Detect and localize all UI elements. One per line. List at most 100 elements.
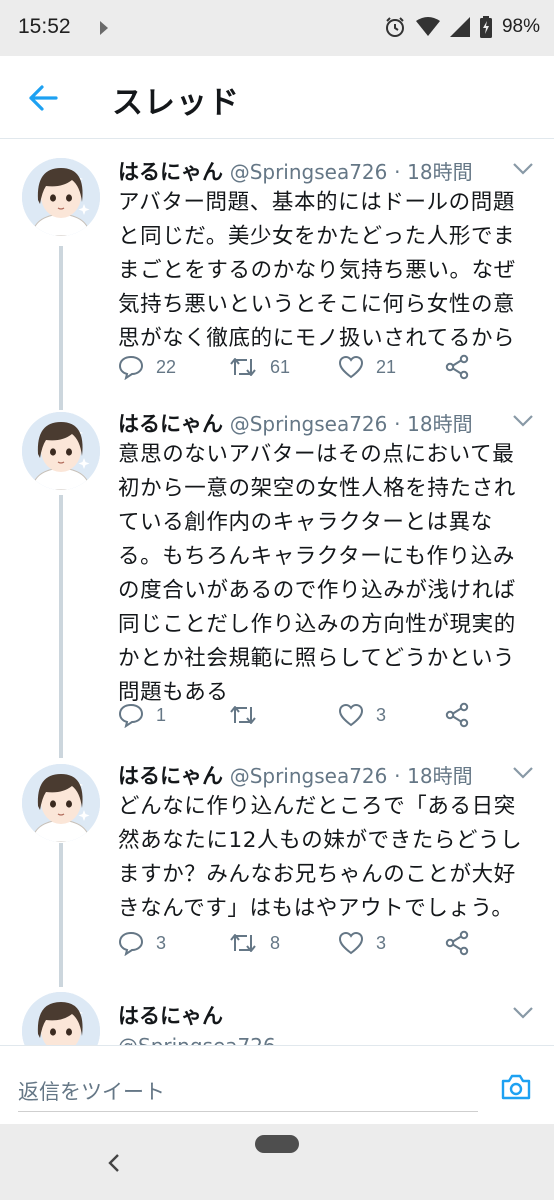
speech-bubble-icon: [118, 931, 144, 956]
like-count: 3: [376, 932, 387, 953]
tweet-text-line: ている創作内のキャラクターとは異な: [118, 510, 493, 535]
like-count: 3: [376, 704, 387, 725]
reply-input[interactable]: [18, 1060, 478, 1112]
tweet-header: はるにゃん @Springsea726 · 18時間: [118, 760, 473, 790]
author-name[interactable]: はるにゃん: [118, 764, 223, 788]
battery-icon: [479, 16, 492, 38]
tweet-text-line: の度合いがあるので作り込みが浅ければ: [118, 578, 516, 603]
system-nav-bar: [0, 1124, 554, 1200]
avatar-image: [22, 992, 100, 1045]
author-handle[interactable]: @Springsea726: [118, 1034, 276, 1045]
avatar[interactable]: [22, 764, 100, 842]
status-icons: 98%: [384, 13, 540, 41]
tweet-actions: 3 8 3: [118, 928, 478, 958]
heart-icon: [338, 703, 364, 727]
nav-back-icon[interactable]: [106, 1152, 122, 1174]
share-icon: [445, 930, 469, 956]
avatar-image: [22, 764, 100, 842]
reply-count: 3: [156, 932, 167, 953]
retweet-button[interactable]: 8: [228, 928, 280, 958]
tweet-text-line: 思がなく徹底的にモノ扱いされてるから: [118, 326, 516, 351]
tweet-subheader: @Springsea726: [118, 1034, 276, 1045]
retweet-icon: [230, 934, 256, 952]
retweet-button[interactable]: 61: [228, 352, 290, 382]
reply-bar: [0, 1045, 554, 1123]
tweet-text: アバター問題、基本的にはドールの問題 と同じだ。美少女をかたどった人形でま まご…: [118, 186, 538, 356]
author-name[interactable]: はるにゃん: [118, 160, 223, 184]
app-header: スレッド: [0, 56, 554, 139]
speech-bubble-icon: [118, 355, 144, 380]
tweet[interactable]: はるにゃん @Springsea726: [0, 990, 554, 1045]
tweet-time[interactable]: 18時間: [407, 160, 472, 184]
tweet-text-line: 気持ち悪いというとそこに何ら女性の意: [118, 292, 516, 317]
tweet-text-line: 意思のないアバターはその点において最: [118, 442, 515, 467]
tweet-text-line: 同じことだし作り込みの方向性が現実的: [118, 612, 516, 637]
author-name[interactable]: はるにゃん: [118, 1004, 223, 1028]
home-pill-button[interactable]: [255, 1135, 299, 1153]
battery-percent: 98%: [501, 16, 540, 37]
tweet-header: はるにゃん: [118, 1000, 223, 1030]
tweet-actions: 1 3: [118, 700, 478, 730]
reply-count: 1: [156, 704, 167, 725]
tweet-text-line: と同じだ。美少女をかたどった人形でま: [118, 224, 516, 249]
tweet-text-line: アバター問題、基本的にはドールの問題: [118, 190, 515, 215]
share-button[interactable]: [444, 352, 470, 382]
tweet-text-line: かとか社会規範に照らしてどうかという: [118, 646, 516, 671]
tweet-text-line: まごとをするのかなり気持ち悪い。なぜ: [118, 258, 516, 283]
wifi-icon: [415, 17, 440, 36]
tweet-text-line: る。もちろんキャラクターにも作り込み: [118, 544, 515, 569]
arrow-left-icon[interactable]: [26, 81, 60, 115]
alarm-icon: [385, 17, 404, 37]
tweet-time[interactable]: 18時間: [407, 764, 472, 788]
avatar-image: [22, 158, 100, 236]
heart-icon: [338, 355, 364, 379]
tweet-text-line: 然あなたに12人もの妹ができたらどうし: [118, 828, 523, 853]
retweet-icon: [230, 706, 256, 724]
chevron-down-icon[interactable]: [512, 1006, 534, 1020]
avatar-image: [22, 412, 100, 490]
like-button[interactable]: 3: [338, 700, 386, 730]
like-button[interactable]: 21: [338, 352, 396, 382]
avatar[interactable]: [22, 992, 100, 1045]
chevron-down-icon[interactable]: [512, 162, 534, 176]
status-time: 15:52: [18, 15, 71, 38]
tweet-header: はるにゃん @Springsea726 · 18時間: [118, 156, 473, 186]
page-title: スレッド: [112, 85, 240, 121]
like-button[interactable]: 3: [338, 928, 386, 958]
tweet-text: どんなに作り込んだところで「ある日突 然あなたに12人もの妹ができたらどうし ま…: [118, 790, 538, 926]
notification-app-icon: [100, 21, 108, 35]
heart-icon: [338, 931, 364, 955]
speech-bubble-icon: [118, 703, 144, 728]
tweet-header: はるにゃん @Springsea726 · 18時間: [118, 408, 473, 438]
author-handle[interactable]: @Springsea726: [230, 764, 388, 788]
author-handle[interactable]: @Springsea726: [230, 412, 388, 436]
share-button[interactable]: [444, 700, 470, 730]
tweet[interactable]: はるにゃん @Springsea726 · 18時間 どんなに作り込んだところで…: [0, 760, 554, 970]
tweet-text-line: 初から一意の架空の女性人格を持たされ: [118, 476, 516, 501]
chevron-down-icon[interactable]: [512, 766, 534, 780]
avatar[interactable]: [22, 158, 100, 236]
author-handle[interactable]: @Springsea726: [230, 160, 388, 184]
meta-separator: ·: [394, 412, 401, 436]
tweet[interactable]: はるにゃん @Springsea726 · 18時間 意思のないアバターはその点…: [0, 408, 554, 738]
camera-icon[interactable]: [500, 1073, 532, 1101]
tweet-time[interactable]: 18時間: [407, 412, 472, 436]
like-count: 21: [376, 356, 397, 377]
chevron-down-icon[interactable]: [512, 414, 534, 428]
avatar[interactable]: [22, 412, 100, 490]
reply-button[interactable]: 1: [118, 700, 166, 730]
retweet-count: 8: [270, 932, 281, 953]
reply-button[interactable]: 22: [118, 352, 176, 382]
share-icon: [445, 702, 469, 728]
retweet-button[interactable]: [228, 700, 270, 730]
tweet-text: 意思のないアバターはその点において最 初から一意の架空の女性人格を持たされ てい…: [118, 438, 538, 710]
reply-button[interactable]: 3: [118, 928, 166, 958]
thread-list[interactable]: はるにゃん @Springsea726 · 18時間 アバター問題、基本的にはド…: [0, 140, 554, 1045]
share-button[interactable]: [444, 928, 470, 958]
tweet-text-line: どんなに作り込んだところで「ある日突: [118, 794, 516, 819]
cell-signal-icon: [449, 17, 470, 37]
author-name[interactable]: はるにゃん: [118, 412, 223, 436]
status-bar: 15:52 98%: [0, 0, 554, 56]
tweet[interactable]: はるにゃん @Springsea726 · 18時間 アバター問題、基本的にはド…: [0, 156, 554, 406]
tweet-text-line: きなんです」はもはやアウトでしょう。: [118, 896, 514, 921]
